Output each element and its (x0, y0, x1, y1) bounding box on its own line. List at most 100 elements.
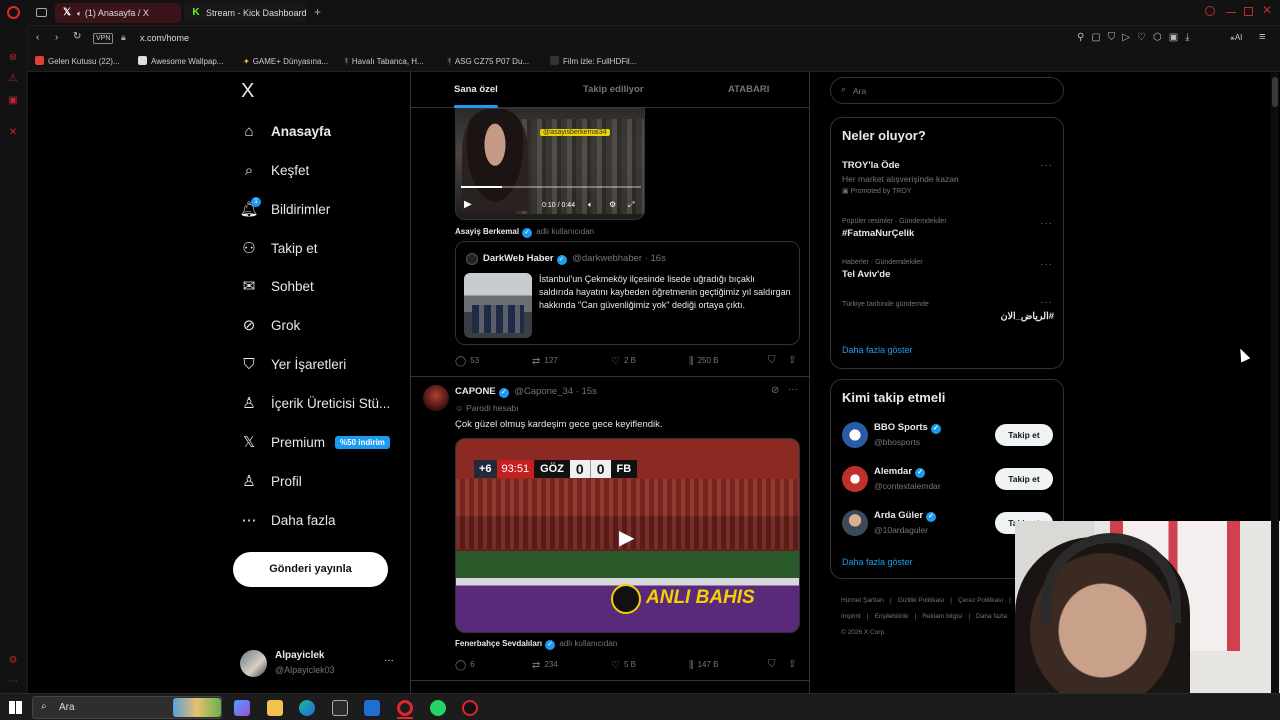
nav-item-home[interactable]: ⌂ Anasayfa (240, 119, 331, 143)
outlook-icon[interactable] (364, 700, 380, 716)
search-tabs-icon[interactable] (1205, 6, 1215, 16)
bookmark-gameplus[interactable]: ✦ GAME+ Dünyasına... (243, 51, 328, 72)
views-button[interactable]: ⫼ 250 B (689, 356, 719, 367)
tab-for-you[interactable]: Sana özel (454, 84, 498, 95)
tab-overview-icon[interactable] (36, 8, 47, 17)
nav-item-search[interactable]: ⌕ Keşfet (240, 158, 309, 182)
sidebar-aria-icon[interactable]: ⊛ (7, 52, 19, 64)
reply-button[interactable]: ◯ 53 (455, 356, 479, 367)
ai-button[interactable]: ⚹AI (1230, 33, 1242, 43)
search-box[interactable]: ⌕ (830, 77, 1064, 104)
new-tab-button[interactable]: + (314, 5, 321, 19)
footer-link[interactable]: Çerez Politikası (958, 597, 1003, 604)
attribution-name[interactable]: Fenerbahçe Sevdalıları (455, 639, 542, 648)
reply-button[interactable]: ◯ 6 (455, 660, 475, 671)
like-button[interactable]: ♡ 5 B (611, 660, 636, 671)
url-field[interactable]: x.com/home (140, 33, 189, 43)
tweet-video-player[interactable]: @asayisberkemal34 ▶ 0:10 / 0:44 🔈︎ ⚙ ⤢ (455, 108, 645, 220)
trend-item-promoted[interactable]: TROY'la Öde Her market alışverişinde kaz… (842, 160, 1054, 195)
whatsapp-icon[interactable] (430, 700, 446, 716)
copilot-icon[interactable] (234, 700, 250, 716)
opera-taskbar-icon[interactable] (397, 700, 413, 716)
bookmark-button[interactable]: ⛉ (768, 659, 780, 670)
nav-item-creator-studio[interactable]: ♙ İçerik Üreticisi Stü... (240, 391, 390, 415)
video-progress-bar[interactable] (461, 186, 641, 188)
nav-item-x-premium[interactable]: 𝕏 Premium %50 indirim (240, 430, 390, 454)
tab-kick-dashboard[interactable]: K Stream - Kick Dashboard (184, 3, 306, 23)
sidebar-shopping-icon[interactable]: ⚠ (7, 73, 19, 85)
store-icon[interactable] (332, 700, 348, 716)
vpn-badge[interactable]: VPN (93, 33, 114, 44)
footer-link[interactable]: Imprint (841, 613, 861, 620)
nav-item-more-circle[interactable]: ⋯ Daha fazla (240, 508, 336, 532)
shield-icon[interactable]: ⛉ (1108, 32, 1123, 43)
more-icon[interactable]: ··· (1040, 160, 1053, 171)
nav-item-mail[interactable]: ✉ Sohbet (240, 274, 314, 298)
avatar[interactable] (423, 385, 449, 411)
download-icon[interactable]: ⤓ (1185, 32, 1196, 43)
follow-suggestion[interactable]: Alemdar ✓ @contextalemdar Takip et (842, 466, 1054, 496)
opera-gx-icon[interactable] (462, 700, 478, 716)
opera-logo-icon[interactable] (7, 6, 20, 19)
heart-icon[interactable]: ♡ (1137, 32, 1153, 43)
more-icon[interactable]: ··· (1040, 259, 1053, 270)
forward-icon[interactable]: › (55, 32, 58, 43)
nav-item-grok[interactable]: ⊘ Grok (240, 313, 301, 337)
follow-suggestion[interactable]: BBO Sports ✓ @bbosports Takip et (842, 422, 1054, 452)
trend-item[interactable]: Haberler · Gündemdekiler Tel Aviv'de ··· (842, 259, 1054, 280)
bookmark-tabanca[interactable]: ᛡ Havalı Tabanca, H... (344, 51, 424, 72)
sidebar-more-icon[interactable]: ⋯ (7, 676, 19, 688)
footer-link[interactable]: Reklam bilgisi (922, 613, 962, 620)
x-logo[interactable]: X (241, 80, 254, 103)
play-icon[interactable]: ▷ (1122, 32, 1137, 43)
quote-tweet[interactable]: DarkWeb Haber ✓ @darkwebhaber · 16s İstan… (455, 241, 800, 345)
trends-show-more[interactable]: Daha fazla göster (842, 345, 913, 355)
account-switcher[interactable]: Alpayiclek @Alpayiclek03 ··· (240, 649, 400, 679)
bookmark-wallpaper[interactable]: Awesome Wallpap... (138, 51, 223, 72)
nav-item-follow-person[interactable]: ⚇ Takip et (240, 236, 317, 260)
bookmark-film[interactable]: Film izle: FullHDFil... (550, 51, 636, 72)
grok-icon[interactable]: ⊘ (771, 385, 779, 396)
wallet-icon[interactable]: ▣ (1169, 32, 1185, 43)
search-input[interactable] (853, 84, 1053, 98)
back-icon[interactable]: ‹ (36, 32, 39, 43)
premium-discount-badge[interactable]: %50 indirim (335, 435, 390, 449)
bookmark-gmail[interactable]: Gelen Kutusu (22)... (35, 51, 120, 72)
volume-icon[interactable]: 🔈︎ (588, 200, 593, 210)
minimize-button[interactable] (1226, 12, 1236, 13)
more-icon[interactable]: ··· (384, 655, 394, 666)
share-button[interactable]: ⇪ (788, 355, 800, 366)
nav-item-bookmark[interactable]: ⛉ Yer İşaretleri (240, 352, 346, 376)
tab-x-home[interactable]: 𝕏 🔈︎ (1) Anasayfa / X (55, 3, 181, 23)
file-explorer-icon[interactable] (267, 700, 283, 716)
play-icon[interactable]: ▶ (464, 199, 472, 210)
windows-start-icon[interactable] (9, 701, 22, 714)
fullscreen-icon[interactable]: ⤢ (628, 200, 634, 210)
extensions-icon[interactable]: ⬡ (1153, 32, 1169, 43)
bookmark-asg[interactable]: ᛡ ASG CZ75 P07 Du... (447, 51, 529, 72)
views-button[interactable]: ⫼ 147 B (689, 660, 719, 671)
footer-link[interactable]: Daha fazla (976, 613, 1007, 620)
like-button[interactable]: ♡ 2 B (611, 356, 636, 367)
follow-button[interactable]: Takip et (995, 468, 1053, 490)
footer-link[interactable]: Erişilebilirlik (875, 613, 909, 620)
sidebar-x-icon[interactable]: ✕ (7, 127, 19, 139)
nav-item-profile[interactable]: ♙ Profil (240, 469, 302, 493)
author-handle[interactable]: @Capone_34 (514, 386, 573, 397)
share-button[interactable]: ⇪ (788, 659, 800, 670)
play-icon[interactable]: ▶ (619, 525, 634, 550)
edge-icon[interactable] (299, 700, 315, 716)
page-scrollbar[interactable] (1271, 72, 1279, 693)
attribution-name[interactable]: Asayiş Berkemal (455, 227, 519, 236)
repost-button[interactable]: ⇄ 234 (532, 660, 558, 671)
speaker-icon[interactable]: 🔈︎ (77, 9, 82, 18)
maximize-button[interactable] (1244, 7, 1253, 16)
tweet-video-player[interactable]: +6 93:51 GÖZ 0 0 FB ▶ ANLI BAHIS (455, 438, 800, 633)
sidebar-messenger-icon[interactable]: ▣ (7, 95, 19, 107)
tab-atabari[interactable]: ATABARI (728, 84, 769, 95)
bookmark-button[interactable]: ⛉ (768, 355, 780, 366)
reload-icon[interactable]: ↻ (73, 31, 81, 42)
more-icon[interactable]: ··· (1040, 218, 1053, 229)
post-button[interactable]: Gönderi yayınla (233, 552, 388, 587)
trend-item[interactable]: Türkiye tarihinde gündemde #الرياض_الان … (842, 297, 1054, 322)
